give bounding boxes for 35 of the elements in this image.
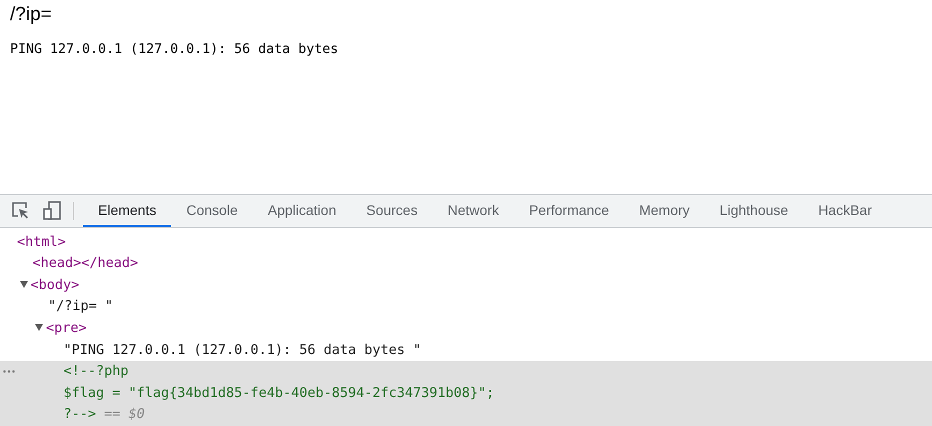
devtools-tab[interactable]: Console [171,194,253,227]
code-comment: ?--> [64,406,96,422]
tree-row[interactable]: <head></head> [0,253,932,275]
code-comment: $flag = "flag{34bd1d85-fe4b-40eb-8594-2fc347391b08}"; [64,384,494,401]
quoted-text: "PING 127.0.0.1 (127.0.0.1): 56 data bytes " [64,342,422,358]
node-reference: == $0 [104,406,145,422]
page-heading: /?ip= [10,4,52,26]
html-tag: <pre> [46,320,87,336]
selected-node[interactable]: <!--?php [0,361,932,383]
tree-row[interactable]: <body> [0,274,932,296]
devtools-tab[interactable]: Performance [514,194,624,227]
devtools-tab[interactable]: Memory [624,194,705,227]
more-icon[interactable] [3,370,15,374]
expand-arrow-icon[interactable] [20,280,28,288]
tree-row[interactable]: <pre> [0,318,932,340]
inspect-icon[interactable] [12,202,30,220]
selected-node[interactable]: ?--> == $0 [0,404,932,426]
quoted-text: "/?ip= " [48,298,114,314]
devtools-tab[interactable]: Elements [83,194,172,227]
code-comment: <!--?php [64,363,129,380]
tree-row[interactable]: "/?ip= " [0,296,932,318]
html-tag: <body> [30,276,80,293]
devtools-tab[interactable]: Lighthouse [704,194,804,227]
selected-node[interactable]: $flag = "flag{34bd1d85-fe4b-40eb-8594-2fc347391b08}"; [0,382,932,404]
html-tag: <head></head> [32,255,138,272]
devtools-tab[interactable]: Sources [351,194,433,227]
devtools-tab[interactable]: HackBar [803,194,887,227]
expand-arrow-icon[interactable] [35,324,43,331]
ping-output: PING 127.0.0.1 (127.0.0.1): 56 data bytes [10,42,338,57]
html-tag: <html> [17,234,66,250]
tree-row[interactable]: <html> [0,232,932,254]
devtools-tab[interactable]: Network [432,194,514,227]
device-icon[interactable] [43,201,61,220]
tree-row[interactable]: "PING 127.0.0.1 (127.0.0.1): 56 data bytes " [0,340,932,362]
devtools-tab[interactable]: Application [252,194,352,227]
